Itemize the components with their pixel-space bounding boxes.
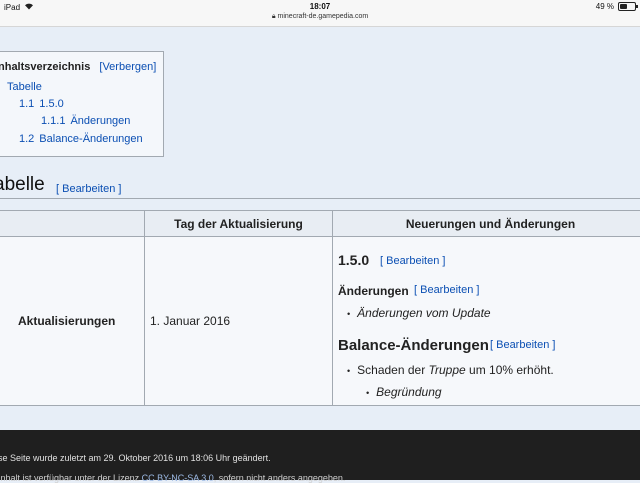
table-header-row: Tag der Aktualisierung Neuerungen und Än… xyxy=(0,211,640,237)
toc-item-1-5-0[interactable]: 1.1 1.5.0 xyxy=(19,98,64,110)
heading-version: 1.5.0 xyxy=(338,252,370,268)
toc-item-number: 1.1.1 xyxy=(41,115,66,127)
toc-item-label: Balance-Änderungen xyxy=(39,133,143,145)
toc-header: nhaltsverzeichnis [Verbergen] xyxy=(0,61,156,73)
ios-status-bar: iPad 18:07 🔒︎ minecraft-de.gamepedia.com… xyxy=(0,0,640,27)
toc-item-number: 1.1 xyxy=(19,98,35,110)
edit-link-version[interactable]: [ Bearbeiten ] xyxy=(380,255,445,267)
section-divider xyxy=(0,198,640,199)
status-right: 49 % xyxy=(595,2,638,11)
edit-link-balance[interactable]: [ Bearbeiten ] xyxy=(490,339,555,351)
list-item-changes: Änderungen vom Update xyxy=(347,306,490,320)
toc-item-tabelle[interactable]: Tabelle xyxy=(7,81,42,93)
toc-item-aenderungen[interactable]: 1.1.1 Änderungen xyxy=(41,115,130,127)
column-divider xyxy=(144,211,145,405)
battery-percent: 49 % xyxy=(595,2,614,11)
toc-item-number: 1.2 xyxy=(19,133,35,145)
address-bar[interactable]: 🔒︎ minecraft-de.gamepedia.com xyxy=(0,13,640,21)
license-link[interactable]: CC BY-NC-SA 3.0 xyxy=(142,473,214,483)
update-date: 1. Januar 2016 xyxy=(150,314,231,328)
toc-item-label: 1.5.0 xyxy=(39,98,64,110)
lock-icon: 🔒︎ xyxy=(271,13,276,20)
row-label: Aktualisierungen xyxy=(18,314,116,328)
url-text: minecraft-de.gamepedia.com xyxy=(277,13,369,20)
column-divider xyxy=(332,211,333,405)
table-of-contents: nhaltsverzeichnis [Verbergen] Tabelle 1.… xyxy=(0,51,164,157)
page-footer: se Seite wurde zuletzt am 29. Oktober 20… xyxy=(0,430,640,483)
section-edit-link[interactable]: [ Bearbeiten ] xyxy=(56,183,121,195)
battery-level xyxy=(620,4,627,9)
column-header-changes: Neuerungen und Änderungen xyxy=(405,217,576,231)
toc-item-label: Änderungen xyxy=(70,115,131,127)
toc-item-label: Tabelle xyxy=(7,81,42,93)
edit-link-changes[interactable]: [ Bearbeiten ] xyxy=(414,284,479,296)
heading-balance: Balance-Änderungen xyxy=(338,337,489,354)
heading-changes: Änderungen xyxy=(338,284,409,298)
list-item-balance: Schaden der Truppe um 10% erhöht. xyxy=(347,363,554,377)
footer-last-edited: se Seite wurde zuletzt am 29. Oktober 20… xyxy=(0,453,271,463)
toc-item-balance[interactable]: 1.2 Balance-Änderungen xyxy=(19,133,143,145)
footer-license: Inhalt ist verfügbar unter der Lizenz CC… xyxy=(0,473,346,483)
status-time: 18:07 xyxy=(309,2,331,11)
section-heading: abelle xyxy=(0,174,45,195)
toc-title: nhaltsverzeichnis xyxy=(0,61,91,73)
list-item-reason: Begründung xyxy=(366,385,441,399)
updates-table: Tag der Aktualisierung Neuerungen und Än… xyxy=(0,210,640,406)
battery-icon xyxy=(618,2,638,11)
toc-hide-toggle[interactable]: [Verbergen] xyxy=(99,61,156,73)
column-header-date: Tag der Aktualisierung xyxy=(174,217,303,231)
